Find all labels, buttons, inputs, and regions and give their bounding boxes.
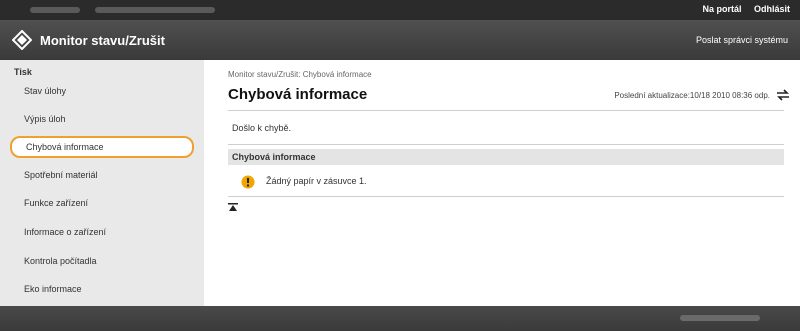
sidebar-item-counter-check[interactable]: Kontrola počítadla [10,250,194,272]
section-title: Chybová informace [232,152,316,162]
sidebar-item-device-features[interactable]: Funkce zařízení [10,192,194,214]
status-text: Došlo k chybě. [232,123,292,133]
error-message: Žádný papír v zásuvce 1. [266,176,367,186]
section-header: Chybová informace [228,149,784,165]
top-bar: Na portál Odhlásit [0,0,800,20]
divider [228,196,784,197]
sidebar-item-error-info[interactable]: Chybová informace [10,136,194,158]
app-title: Monitor stavu/Zrušit [40,33,165,48]
back-to-top-icon[interactable] [228,202,238,212]
monitor-icon [12,30,32,50]
last-update-text: Poslední aktualizace:10/18 2010 08:36 od… [614,91,770,100]
breadcrumb: Monitor stavu/Zrušit: Chybová informace [228,70,372,79]
footer [0,306,800,331]
logout-link[interactable]: Odhlásit [754,4,790,14]
sidebar-item-device-info[interactable]: Informace o zařízení [10,221,194,243]
refresh-icon[interactable] [776,88,790,102]
divider [228,144,784,145]
sidebar-item-eco-info[interactable]: Eko informace [10,278,194,300]
sidebar-item-consumables[interactable]: Spotřební materiál [10,164,194,186]
warning-icon [241,175,255,189]
title-bar: Monitor stavu/Zrušit Poslat správci syst… [0,20,800,60]
divider [228,110,784,111]
main-content: Monitor stavu/Zrušit: Chybová informace … [204,60,800,306]
portal-link[interactable]: Na portál [702,4,741,14]
sidebar-section-title: Tisk [14,67,32,77]
sidebar-item-job-log[interactable]: Výpis úloh [10,108,194,130]
blurred-text [30,7,80,13]
sidebar-item-job-status[interactable]: Stav úlohy [10,80,194,102]
blurred-text [95,7,215,13]
sidebar: Tisk Stav úlohy Výpis úloh Chybová infor… [0,60,204,306]
blurred-text [680,315,760,321]
top-links: Na portál Odhlásit [692,4,790,14]
page-title: Chybová informace [228,86,368,103]
send-admin-link[interactable]: Poslat správci systému [696,35,788,45]
